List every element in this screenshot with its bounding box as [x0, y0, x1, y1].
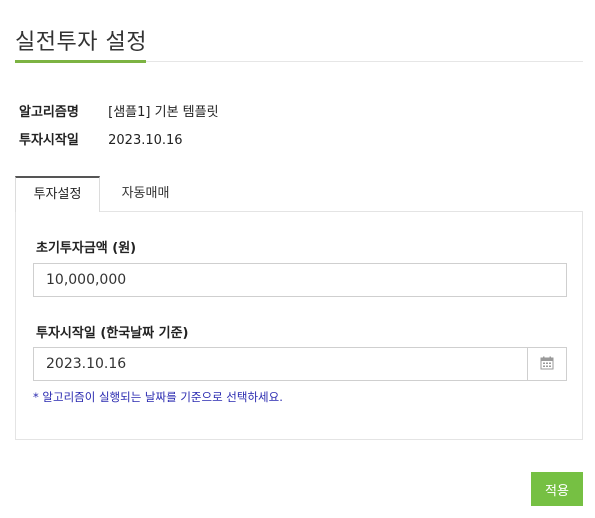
- start-date-label: 투자시작일: [19, 133, 79, 148]
- dialog-title: 실전투자 설정: [15, 30, 147, 55]
- start-date-value: 2023.10.16: [108, 133, 183, 148]
- tab-auto-trading[interactable]: 자동매매: [103, 176, 188, 211]
- start-date-picker: [33, 347, 567, 381]
- start-date-info-row: 투자시작일 2023.10.16: [19, 129, 183, 148]
- start-date-input[interactable]: [33, 347, 528, 381]
- algorithm-name-value: [샘플1] 기본 템플릿: [108, 105, 219, 120]
- algorithm-name-label: 알고리즘명: [19, 105, 79, 120]
- initial-amount-input[interactable]: [33, 263, 567, 297]
- calendar-icon: [540, 355, 554, 374]
- tab-investment-settings[interactable]: 투자설정: [15, 176, 100, 212]
- algorithm-info-row: 알고리즘명 [샘플1] 기본 템플릿: [19, 101, 219, 120]
- title-accent-bar: [15, 60, 146, 63]
- date-hint-text: * 알고리즘이 실행되는 날짜를 기준으로 선택하세요.: [33, 390, 283, 404]
- start-date-field-label: 투자시작일 (한국날짜 기준): [36, 326, 189, 341]
- initial-amount-label: 초기투자금액 (원): [36, 241, 137, 256]
- apply-button[interactable]: 적용: [531, 472, 583, 506]
- investment-settings-panel: 초기투자금액 (원) 투자시작일 (한국날짜 기준) *: [15, 211, 583, 440]
- calendar-button[interactable]: [527, 347, 567, 381]
